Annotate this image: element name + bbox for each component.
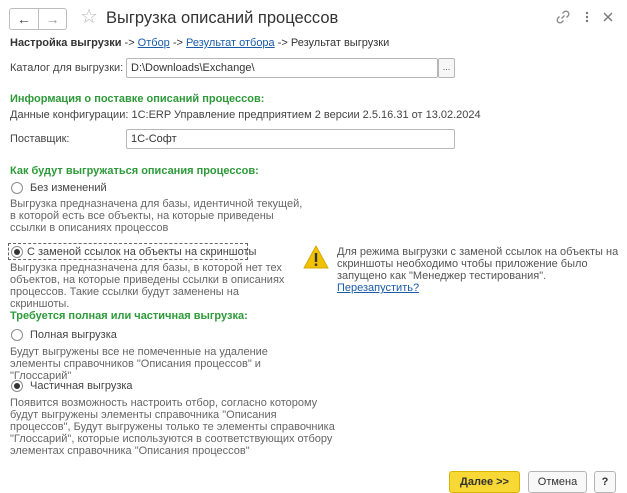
arrow-left-icon: ← [17,11,31,27]
partial-export-description: Появится возможность настроить отбор, со… [10,397,335,457]
back-button[interactable]: ← [10,9,38,29]
restart-link[interactable]: Перезапустить? [337,282,419,294]
warning-message: Для режима выгрузки с заменой ссылок на … [337,246,621,294]
supplier-label: Поставщик: [10,133,70,145]
forward-button[interactable]: → [38,9,66,29]
export-mode-heading: Как будут выгружаться описания процессов… [10,165,259,177]
breadcrumb-current: Настройка выгрузки [10,37,122,49]
radio-full-export-label[interactable]: Полная выгрузка [30,329,117,341]
no-changes-description: Выгрузка предназначена для базы, идентич… [10,198,303,234]
configuration-info: Данные конфигурации: 1С:ERP Управление п… [10,109,481,121]
warning-text: Для режима выгрузки с заменой ссылок на … [337,246,619,282]
browse-button[interactable]: ... [438,58,455,78]
supplier-input[interactable]: 1С-Софт [126,129,455,149]
catalog-input[interactable]: D:\Downloads\Exchange\ [126,58,438,78]
catalog-label: Каталог для выгрузки: [10,62,124,74]
replace-links-description: Выгрузка предназначена для базы, в котор… [10,262,285,310]
close-icon[interactable] [600,9,616,25]
radio-replace-links[interactable] [11,246,23,258]
radio-partial-export-label[interactable]: Частичная выгрузка [30,380,133,392]
radio-no-changes[interactable] [11,182,23,194]
delivery-heading: Информация о поставке описаний процессов… [10,93,265,105]
breadcrumb-step-export-result: Результат выгрузки [290,37,390,49]
scope-heading: Требуется полная или частичная выгрузка: [10,310,248,322]
breadcrumb-separator: -> [169,37,187,49]
breadcrumb-link-filter[interactable]: Отбор [138,37,170,49]
radio-no-changes-label[interactable]: Без изменений [30,182,107,194]
star-icon[interactable]: ☆ [80,6,98,28]
breadcrumb-separator: -> [121,37,138,49]
radio-full-export[interactable] [11,329,23,341]
arrow-right-icon: → [45,11,60,27]
radio-replace-links-label[interactable]: С заменой ссылок на объекты на скриншоты [27,246,256,258]
radio-partial-export[interactable] [11,380,23,392]
breadcrumb-link-filter-result[interactable]: Результат отбора [186,37,275,49]
warning-icon [302,244,330,270]
link-icon[interactable] [555,9,571,25]
full-export-description: Будут выгружены все не помеченные на уда… [10,346,268,382]
more-vertical-icon[interactable] [579,9,595,25]
page-title: Выгрузка описаний процессов [106,9,339,27]
breadcrumb-separator: -> [274,37,291,49]
breadcrumb: Настройка выгрузки -> Отбор -> Результат… [10,37,389,49]
navigation-buttons: ← → [9,8,67,30]
